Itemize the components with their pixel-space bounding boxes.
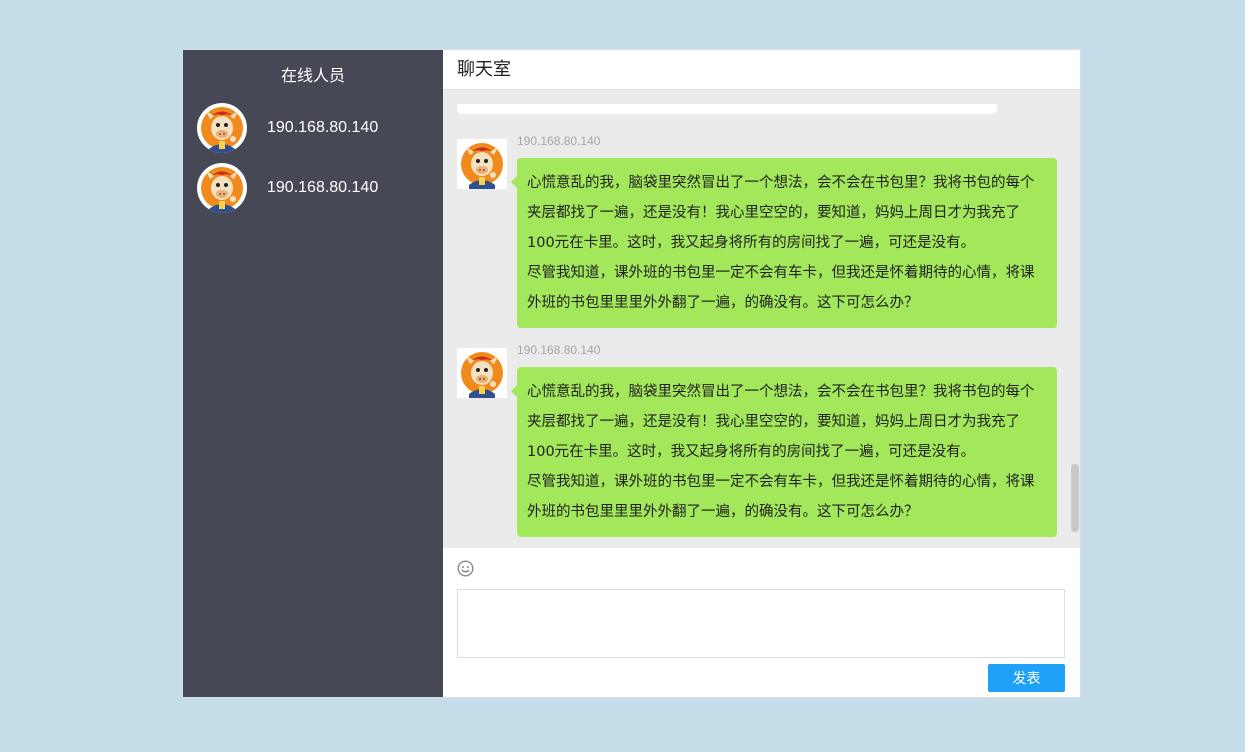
online-user-item[interactable]: 190.168.80.140: [183, 158, 443, 218]
online-users-sidebar: 在线人员 190.168.80.140 190.168.80.140: [183, 50, 443, 697]
message-text: 心慌意乱的我，脑袋里突然冒出了一个想法，会不会在书包里？我将书包的每个夹层都找了…: [527, 384, 1035, 460]
chat-message: 190.168.80.140 心慌意乱的我，脑袋里突然冒出了一个想法，会不会在书…: [457, 134, 1057, 328]
user-name: 190.168.80.140: [267, 119, 379, 136]
sender-avatar: [457, 348, 507, 398]
message-input[interactable]: [457, 589, 1065, 658]
message-composer: 发表: [443, 548, 1080, 697]
message-sender: 190.168.80.140: [517, 343, 601, 357]
chat-room-title: 聊天室: [443, 50, 1080, 90]
sidebar-title: 在线人员: [280, 66, 345, 85]
chat-app-window: 在线人员 190.168.80.140 190.168.80.140 聊天室 1…: [182, 49, 1081, 698]
message-text: 尽管我知道，课外班的书包里一定不会有车卡，但我还是怀着期待的心情，将课外班的书包…: [527, 265, 1035, 311]
chat-main-panel: 聊天室 190.168.80.140 心慌意乱的我，脑袋里突然冒出了一个想法，会…: [443, 50, 1080, 697]
message-bubble: 心慌意乱的我，脑袋里突然冒出了一个想法，会不会在书包里？我将书包的每个夹层都找了…: [511, 158, 1057, 328]
online-user-item[interactable]: 190.168.80.140: [183, 98, 443, 158]
message-text: 尽管我知道，课外班的书包里一定不会有车卡，但我还是怀着期待的心情，将课外班的书包…: [527, 474, 1035, 520]
user-avatar: [197, 103, 247, 153]
user-name: 190.168.80.140: [267, 179, 379, 196]
sender-avatar: [457, 139, 507, 189]
message-bubble: 心慌意乱的我，脑袋里突然冒出了一个想法，会不会在书包里？我将书包的每个夹层都找了…: [511, 367, 1057, 537]
chat-message: 190.168.80.140 心慌意乱的我，脑袋里突然冒出了一个想法，会不会在书…: [457, 343, 1057, 537]
message-list-scrollbar[interactable]: [1071, 464, 1079, 532]
user-avatar: [197, 163, 247, 213]
message-text: 心慌意乱的我，脑袋里突然冒出了一个想法，会不会在书包里？我将书包的每个夹层都找了…: [527, 175, 1035, 251]
previous-message-bubble: [457, 104, 997, 114]
message-list[interactable]: 190.168.80.140 心慌意乱的我，脑袋里突然冒出了一个想法，会不会在书…: [443, 90, 1080, 548]
smiley-icon[interactable]: [457, 560, 474, 577]
message-sender: 190.168.80.140: [517, 134, 601, 148]
send-button[interactable]: 发表: [988, 664, 1065, 692]
